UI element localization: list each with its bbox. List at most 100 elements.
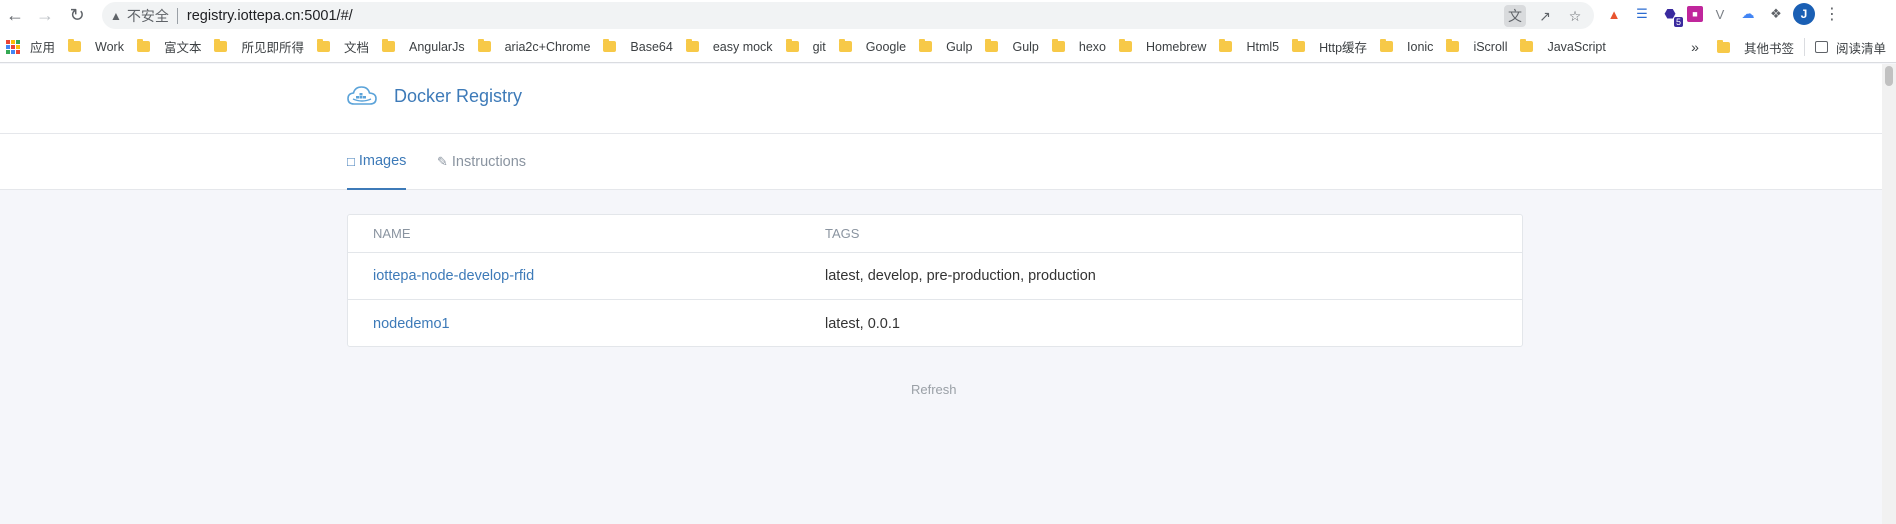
extension-badge-count: 5: [1673, 17, 1683, 27]
bookmark-label: iScroll: [1473, 39, 1508, 54]
bookmark-item[interactable]: Work: [68, 35, 124, 59]
bookmark-label: git: [812, 39, 826, 54]
forward-icon[interactable]: →: [32, 2, 58, 28]
profile-avatar[interactable]: J: [1793, 3, 1815, 25]
image-name-link[interactable]: iottepa-node-develop-rfid: [373, 268, 534, 284]
bookmark-label: JavaScript: [1547, 39, 1606, 54]
bookmark-label: easy mock: [712, 39, 773, 54]
bookmark-item[interactable]: Homebrew: [1119, 35, 1206, 59]
bookmark-item[interactable]: hexo: [1051, 35, 1106, 59]
page: Docker Registry □ Images ✎ Instructions …: [0, 64, 1882, 524]
translate-icon[interactable]: 文: [1504, 5, 1526, 27]
back-icon[interactable]: ←: [2, 2, 28, 28]
bookmark-label: 所见即所得: [241, 41, 304, 55]
security-label: 不安全: [126, 7, 169, 24]
scrollbar-thumb[interactable]: [1885, 66, 1893, 86]
bookmark-label: 应用: [30, 41, 56, 55]
scrollbar[interactable]: [1882, 64, 1896, 524]
tabs-bar: □ Images ✎ Instructions: [0, 134, 1882, 190]
image-tags: latest, develop, pre-production, product…: [825, 268, 1096, 284]
bookmark-item[interactable]: Gulp: [985, 35, 1039, 59]
bookmark-item[interactable]: git: [785, 35, 826, 59]
folder-icon: [316, 39, 330, 52]
browser-toolbar: ← → ↻ ▲ 不安全 registry.iottepa.cn:5001/#/ …: [0, 0, 1896, 31]
tab-instructions[interactable]: ✎ Instructions: [437, 134, 526, 190]
bookmark-item[interactable]: Google: [838, 35, 907, 59]
bookmarks-bar: 应用 Work 富文本 所见即所得 文档 AngularJs aria2c+Ch…: [0, 31, 1896, 63]
bookmark-label: AngularJs: [409, 39, 465, 54]
more-bookmarks-icon[interactable]: »: [1691, 39, 1699, 55]
folder-icon: [1446, 39, 1460, 52]
bookmark-label: Base64: [630, 39, 673, 54]
menu-dots-icon[interactable]: ⋮: [1821, 3, 1843, 25]
bookmarks-right: » 其他书签 阅读清单: [1691, 35, 1886, 59]
bookmark-item[interactable]: 文档: [316, 35, 369, 59]
extension-badge-icon[interactable]: ⬣ 5: [1659, 3, 1683, 27]
image-tags: latest, 0.0.1: [825, 315, 900, 332]
bookmark-item[interactable]: Base64: [603, 35, 673, 59]
url-text[interactable]: registry.iottepa.cn:5001/#/: [187, 8, 353, 24]
bookmark-item[interactable]: Http缓存: [1292, 35, 1367, 59]
warning-icon: ▲: [110, 8, 122, 23]
reading-list[interactable]: 阅读清单: [1814, 35, 1886, 59]
bookmark-label: 阅读清单: [1835, 41, 1886, 56]
extension-purple-icon[interactable]: ■: [1687, 6, 1703, 22]
table-row: iottepa-node-develop-rfid latest, develo…: [348, 253, 1522, 300]
tab-images[interactable]: □ Images: [347, 134, 407, 190]
bookmark-other[interactable]: 其他书签: [1716, 35, 1794, 59]
bookmark-label: 富文本: [163, 41, 202, 55]
bookmark-label: Homebrew: [1146, 39, 1207, 54]
bookmark-item[interactable]: JavaScript: [1520, 35, 1606, 59]
reading-list-icon: [1814, 41, 1828, 53]
tab-label: Images: [358, 153, 407, 169]
extension-translate-icon[interactable]: ☁: [1737, 3, 1759, 25]
folder-icon: [382, 39, 395, 52]
extension-person-icon[interactable]: ▲: [1603, 3, 1625, 25]
bookmark-item[interactable]: 富文本: [136, 35, 202, 59]
folder-icon: [1051, 39, 1065, 52]
address-bar[interactable]: ▲ 不安全 registry.iottepa.cn:5001/#/ 文 ↗ ☆: [102, 2, 1594, 29]
app-title[interactable]: Docker Registry: [394, 86, 522, 107]
bookmark-label: hexo: [1078, 39, 1106, 54]
bookmark-item[interactable]: iScroll: [1446, 35, 1507, 59]
folder-icon: [919, 39, 933, 52]
bookmark-item[interactable]: Gulp: [919, 35, 972, 59]
bookmark-label: 其他书签: [1743, 41, 1794, 56]
bookmark-label: Work: [95, 39, 124, 54]
tab-label: Instructions: [451, 154, 527, 170]
table-header: NAME TAGS: [348, 215, 1522, 253]
bookmark-item[interactable]: AngularJs: [382, 35, 465, 59]
bookmark-apps[interactable]: 应用: [6, 35, 55, 59]
share-icon[interactable]: ↗: [1534, 5, 1556, 27]
folder-icon: [838, 39, 852, 52]
extensions-area: ▲ ☰ ⬣ 5 ■ V ☁ ❖ J ⋮: [1603, 3, 1843, 27]
bookmark-item[interactable]: Html5: [1219, 35, 1279, 59]
folder-icon: [1716, 39, 1730, 53]
folder-icon: [785, 39, 799, 52]
images-table: NAME TAGS iottepa-node-develop-rfid late…: [347, 214, 1523, 347]
bookmark-label: Google: [865, 39, 907, 54]
bookmark-label: Ionic: [1407, 39, 1434, 54]
bookmark-item[interactable]: aria2c+Chrome: [477, 35, 590, 59]
cube-icon: □: [347, 153, 355, 169]
bookmark-item[interactable]: 所见即所得: [214, 35, 304, 59]
folder-icon: [1292, 39, 1306, 52]
folder-icon: [603, 39, 617, 52]
image-name-link[interactable]: nodedemo1: [373, 316, 450, 332]
folder-icon: [68, 39, 82, 52]
table-row: nodedemo1 latest, 0.0.1: [348, 300, 1522, 347]
bookmark-label: Http缓存: [1319, 41, 1368, 55]
refresh-button[interactable]: Refresh: [911, 382, 957, 397]
bookmark-label: 文档: [343, 41, 369, 55]
bookmark-label: Gulp: [946, 39, 973, 54]
bookmark-item[interactable]: Ionic: [1380, 35, 1433, 59]
folder-icon: [685, 39, 699, 52]
bookmark-item[interactable]: easy mock: [685, 35, 773, 59]
reload-icon[interactable]: ↻: [64, 2, 90, 28]
folder-icon: [477, 39, 491, 52]
star-icon[interactable]: ☆: [1564, 5, 1586, 27]
extension-v-icon[interactable]: V: [1709, 3, 1731, 25]
puzzle-icon[interactable]: ❖: [1765, 3, 1787, 25]
extension-layers-icon[interactable]: ☰: [1631, 3, 1653, 25]
app-header: Docker Registry: [0, 64, 1882, 134]
